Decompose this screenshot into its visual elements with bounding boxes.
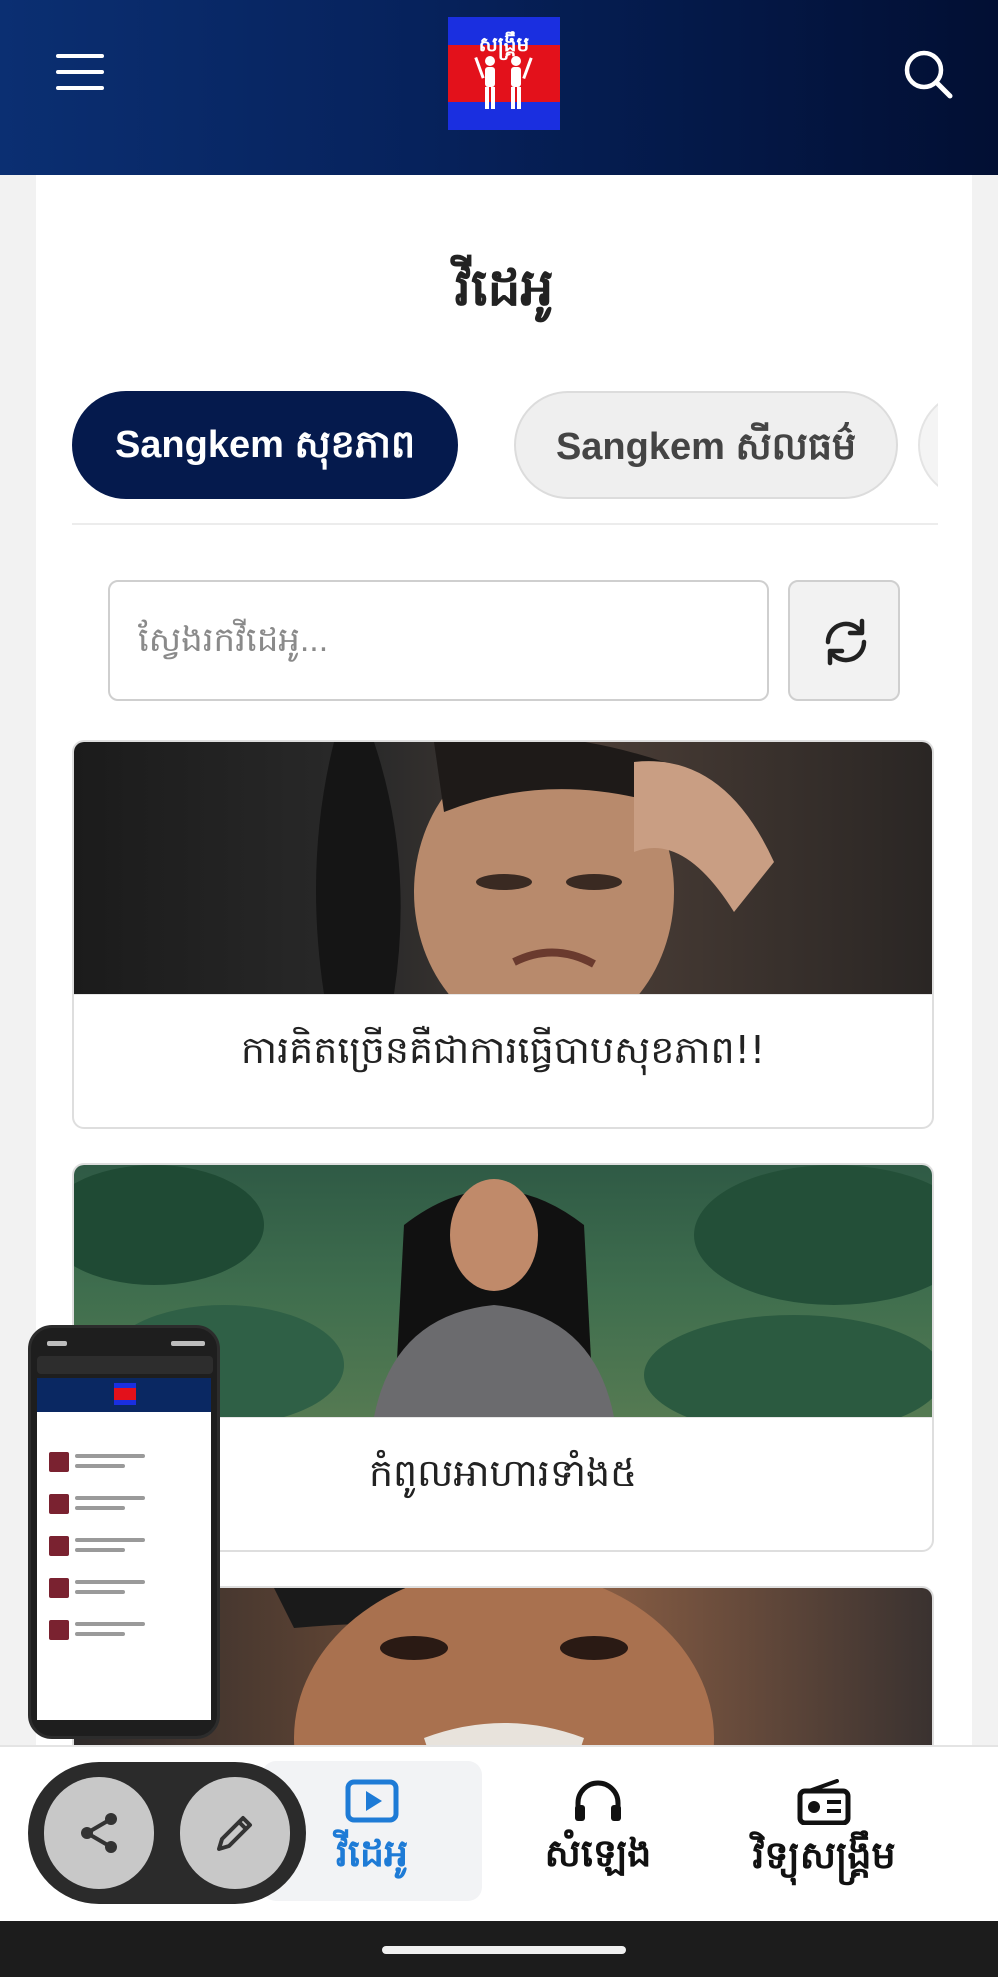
preview-list-item [49, 1574, 201, 1608]
thumbnail-woman-headache-image [316, 742, 774, 994]
pencil-icon [217, 1816, 252, 1851]
share-button[interactable] [44, 1777, 154, 1889]
nav-audio-label: សំឡេង [544, 1831, 652, 1875]
tab-sangkem-morality[interactable]: Sangkem សីលធម៌ [514, 391, 898, 499]
video-title[interactable]: ការគិតច្រើនគឺជាការធ្វើបាបសុខភាព!! [74, 994, 932, 1127]
preview-list-item [49, 1490, 201, 1524]
video-card[interactable]: ការគិតច្រើនគឺជាការធ្វើបាបសុខភាព!! [72, 740, 934, 1129]
nav-videos-label: វីដេអូ [335, 1831, 409, 1875]
floating-action-panel [28, 1762, 306, 1904]
nav-audio[interactable]: សំឡេង [488, 1761, 708, 1901]
refresh-icon [825, 618, 867, 666]
tabs-divider [72, 523, 938, 525]
video-thumbnail[interactable] [74, 742, 932, 994]
headphones-icon [575, 1780, 621, 1821]
hamburger-menu-icon-line [56, 86, 104, 90]
hamburger-menu-icon-line [56, 70, 104, 74]
preview-list-item [49, 1616, 201, 1650]
preview-screen [37, 1378, 211, 1720]
tab-sangkem-health[interactable]: Sangkem សុខភាព [72, 391, 458, 499]
search-icon [904, 50, 953, 99]
preview-logo [114, 1383, 136, 1405]
nav-radio[interactable]: វិទ្យុសង្គ្រឹម [714, 1761, 934, 1901]
refresh-button[interactable] [788, 580, 900, 701]
menu-button[interactable] [56, 54, 104, 94]
preview-list-item [49, 1448, 201, 1482]
page-title: វីដេអូ [454, 258, 554, 318]
screen-preview-thumbnail[interactable] [28, 1325, 220, 1739]
search-button[interactable] [902, 48, 954, 100]
video-search-input[interactable] [108, 580, 769, 701]
share-icon [81, 1813, 117, 1853]
logo-figures-icon [474, 56, 533, 109]
tab-next-partial[interactable] [918, 391, 938, 499]
sangkem-logo[interactable]: សង្គ្រឹម [448, 17, 560, 130]
home-indicator[interactable] [382, 1946, 626, 1954]
radio-icon [797, 1779, 851, 1825]
nav-radio-label: វិទ្យុសង្គ្រឹម [752, 1833, 896, 1877]
preview-list-item [49, 1532, 201, 1566]
hamburger-menu-icon [56, 54, 104, 58]
app-header: សង្គ្រឹម [0, 0, 998, 175]
preview-header [37, 1378, 211, 1412]
preview-status-bar [47, 1341, 205, 1346]
edit-button[interactable] [180, 1777, 290, 1889]
category-tabs: Sangkem សុខភាព Sangkem សីលធម៌ [72, 391, 938, 503]
preview-browser-bar [37, 1356, 213, 1374]
video-play-icon [345, 1779, 399, 1823]
